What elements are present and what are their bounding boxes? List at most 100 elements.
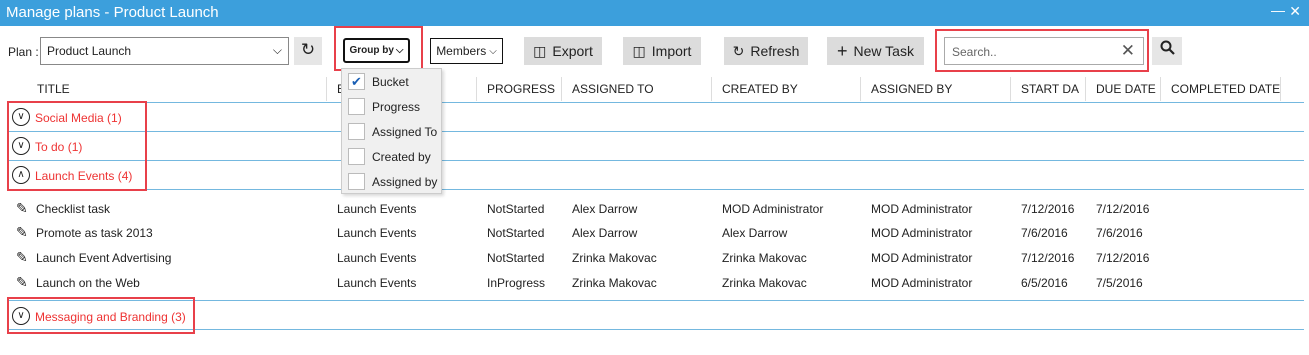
task-assigned-to: Zrinka Makovac (572, 251, 657, 265)
column-divider (1085, 77, 1086, 101)
group-row-messaging-and-branding[interactable]: ∨ Messaging and Branding (3) (8, 300, 1304, 330)
task-due-date: 7/5/2016 (1096, 276, 1143, 290)
column-header-progress[interactable]: PROGRESS (487, 82, 555, 96)
window-title: Manage plans - Product Launch (6, 4, 219, 21)
task-bucket: Launch Events (337, 226, 417, 240)
task-created-by: Alex Darrow (722, 226, 788, 240)
group-by-button[interactable]: Group by ⌵ (343, 38, 410, 63)
option-label: Assigned To (372, 125, 438, 139)
table-row[interactable]: ✎ Launch on the Web Launch Events InProg… (0, 270, 1309, 295)
group-by-option-created-by[interactable]: Created by (346, 147, 441, 167)
group-row-social-media[interactable]: ∨ Social Media (1) (8, 102, 1304, 131)
group-by-option-progress[interactable]: Progress (346, 97, 441, 117)
plan-label: Plan : (8, 45, 39, 59)
edit-icon[interactable]: ✎ (16, 249, 28, 266)
column-divider (711, 77, 712, 101)
plan-select[interactable]: Product Launch ⌵ (40, 37, 289, 65)
task-bucket: Launch Events (337, 251, 417, 265)
clear-search-icon[interactable]: ✕ (1121, 41, 1135, 61)
checkbox[interactable] (348, 173, 365, 190)
task-title: Launch Event Advertising (36, 251, 172, 265)
plus-icon: + (837, 40, 848, 61)
task-start-date: 7/12/2016 (1021, 202, 1075, 216)
column-header-due-date[interactable]: DUE DATE (1096, 82, 1156, 96)
group-by-option-bucket[interactable]: ✔ Bucket (346, 72, 441, 92)
column-divider (561, 77, 562, 101)
group-by-dropdown: ✔ Bucket Progress Assigned To Created by… (341, 68, 442, 194)
refresh-label: Refresh (750, 43, 800, 59)
column-header-assigned-by[interactable]: ASSIGNED BY (871, 82, 952, 96)
option-label: Bucket (372, 75, 409, 89)
checkbox[interactable] (348, 98, 365, 115)
edit-icon[interactable]: ✎ (16, 200, 28, 217)
column-divider (1160, 77, 1161, 101)
task-progress: InProgress (487, 276, 546, 290)
refresh-icon: ↻ (300, 40, 316, 59)
option-label: Progress (372, 100, 421, 114)
check-icon[interactable]: ✔ (348, 73, 365, 90)
task-progress: NotStarted (487, 251, 545, 265)
group-by-option-assigned-by[interactable]: Assigned by (346, 172, 441, 192)
column-header-start-date[interactable]: START DA (1021, 82, 1079, 96)
column-divider (476, 77, 477, 101)
group-highlight (7, 297, 195, 334)
task-assigned-to: Alex Darrow (572, 226, 638, 240)
new-task-label: New Task (853, 43, 914, 59)
import-label: Import (651, 43, 692, 59)
new-task-button[interactable]: + New Task (827, 37, 924, 65)
members-button[interactable]: Members ⌵ (430, 38, 503, 64)
task-progress: NotStarted (487, 202, 545, 216)
column-header-created-by[interactable]: CREATED BY (722, 82, 798, 96)
checkbox[interactable] (348, 148, 365, 165)
chevron-down-icon: ⌵ (395, 45, 404, 56)
group-by-option-assigned-to[interactable]: Assigned To (346, 122, 441, 142)
option-label: Assigned by (372, 175, 438, 189)
column-divider (1280, 77, 1281, 101)
export-label: Export (552, 43, 593, 59)
group-row-to-do[interactable]: ∨ To do (1) (8, 131, 1304, 160)
task-due-date: 7/12/2016 (1096, 202, 1150, 216)
column-header-title[interactable]: TITLE (37, 82, 70, 96)
task-bucket: Launch Events (337, 202, 417, 216)
document-icon: ◫ (533, 42, 547, 59)
search-button[interactable] (1152, 37, 1182, 65)
refresh-icon: ↻ (732, 42, 745, 59)
task-due-date: 7/12/2016 (1096, 251, 1150, 265)
edit-icon[interactable]: ✎ (16, 224, 28, 241)
task-created-by: MOD Administrator (722, 202, 824, 216)
task-assigned-to: Zrinka Makovac (572, 276, 657, 290)
plan-select-value: Product Launch (47, 44, 132, 58)
column-divider (860, 77, 861, 101)
close-icon[interactable]: ✕ (1289, 3, 1301, 20)
table-row[interactable]: ✎ Promote as task 2013 Launch Events Not… (0, 220, 1309, 245)
column-header-completed-date[interactable]: COMPLETED DATE (1171, 82, 1280, 96)
title-bar: Manage plans - Product Launch ― ✕ (0, 0, 1309, 26)
search-input[interactable]: Search.. ✕ (944, 37, 1144, 65)
task-title: Launch on the Web (36, 276, 140, 290)
task-start-date: 7/6/2016 (1021, 226, 1068, 240)
document-icon: ◫ (632, 42, 646, 59)
option-label: Created by (372, 150, 431, 164)
task-created-by: Zrinka Makovac (722, 251, 807, 265)
column-divider (1010, 77, 1011, 101)
checkbox[interactable] (348, 123, 365, 140)
group-row-launch-events[interactable]: ∧ Launch Events (4) (8, 160, 1304, 190)
table-row[interactable]: ✎ Checklist task Launch Events NotStarte… (0, 196, 1309, 221)
edit-icon[interactable]: ✎ (16, 274, 28, 291)
export-button[interactable]: ◫ Export (524, 37, 602, 65)
task-assigned-by: MOD Administrator (871, 251, 973, 265)
search-icon (1160, 37, 1175, 65)
task-start-date: 7/12/2016 (1021, 251, 1075, 265)
column-header-assigned-to[interactable]: ASSIGNED TO (572, 82, 654, 96)
task-assigned-by: MOD Administrator (871, 226, 973, 240)
minimize-icon[interactable]: ― (1271, 2, 1285, 18)
reload-plan-button[interactable]: ↻ (294, 37, 322, 65)
table-row[interactable]: ✎ Launch Event Advertising Launch Events… (0, 245, 1309, 270)
task-start-date: 6/5/2016 (1021, 276, 1068, 290)
groups-highlight (7, 101, 147, 191)
column-divider (326, 77, 327, 101)
import-button[interactable]: ◫ Import (623, 37, 701, 65)
refresh-button[interactable]: ↻ Refresh (724, 37, 808, 65)
chevron-down-icon: ⌵ (272, 43, 282, 57)
task-progress: NotStarted (487, 226, 545, 240)
